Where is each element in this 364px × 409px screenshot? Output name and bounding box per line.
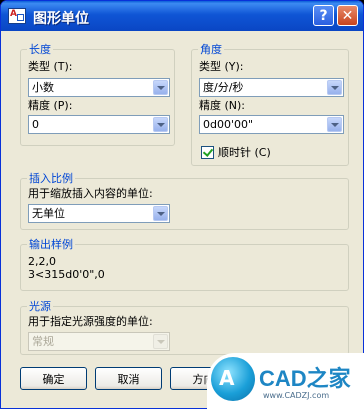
cad-logo-icon: A	[211, 357, 255, 401]
lighting-group: 光源 用于指定光源强度的单位: 常规	[20, 300, 349, 355]
length-precision-label: 精度 (P):	[28, 99, 73, 112]
angle-precision-label: 精度 (N):	[199, 99, 246, 112]
window-title: 图形单位	[33, 11, 89, 27]
insert-scale-label: 用于缩放插入内容的单位:	[28, 187, 153, 200]
watermark-text: CAD之家	[259, 366, 351, 391]
chevron-down-icon[interactable]	[153, 117, 168, 132]
chevron-down-icon[interactable]	[327, 117, 342, 132]
angle-type-label: 类型 (Y):	[199, 60, 244, 73]
insert-scale-legend: 插入比例	[27, 172, 75, 185]
insert-scale-select[interactable]: 无单位	[28, 204, 170, 223]
close-button[interactable]: ✕	[337, 5, 358, 26]
lighting-select: 常规	[28, 332, 170, 351]
lighting-value: 常规	[32, 335, 54, 348]
angle-group: 角度 类型 (Y): 度/分/秒 精度 (N): 0d00'00" 顺时针 (C…	[191, 43, 349, 166]
insert-scale-group: 插入比例 用于缩放插入内容的单位: 无单位	[20, 172, 349, 230]
angle-precision-value: 0d00'00"	[203, 118, 254, 131]
angle-type-select[interactable]: 度/分/秒	[199, 78, 344, 97]
chevron-down-icon[interactable]	[327, 80, 342, 95]
angle-legend: 角度	[198, 43, 224, 56]
units-dialog: A 图形单位 ? ✕ 长度 类型 (T): 小数 精度 (P): 0 角度 类型…	[0, 0, 364, 409]
length-type-label: 类型 (T):	[28, 60, 73, 73]
chevron-down-icon[interactable]	[153, 206, 168, 221]
length-precision-select[interactable]: 0	[28, 115, 170, 134]
lighting-label: 用于指定光源强度的单位:	[28, 315, 153, 328]
length-type-value: 小数	[32, 81, 54, 94]
chevron-down-icon[interactable]	[153, 80, 168, 95]
chevron-down-icon	[153, 334, 168, 349]
title-bar[interactable]: A 图形单位 ? ✕	[1, 1, 363, 31]
sample-line-2: 3<315d0'0",0	[28, 268, 105, 281]
watermark-logo-letter: A	[219, 366, 235, 390]
clockwise-checkbox[interactable]	[201, 146, 214, 159]
sample-output-group: 输出样例 2,2,0 3<315d0'0",0	[20, 238, 349, 291]
sample-output-legend: 输出样例	[27, 238, 75, 251]
help-button[interactable]: ?	[313, 5, 334, 26]
length-precision-value: 0	[32, 118, 39, 131]
cancel-button[interactable]: 取消	[95, 367, 162, 390]
length-legend: 长度	[27, 43, 53, 56]
lighting-legend: 光源	[27, 300, 53, 313]
sample-line-1: 2,2,0	[28, 255, 56, 268]
watermark-url: www.CADZJ.com	[263, 391, 330, 400]
clockwise-label[interactable]: 顺时针 (C)	[218, 146, 271, 159]
app-icon: A	[8, 8, 26, 24]
angle-type-value: 度/分/秒	[203, 81, 244, 94]
length-group: 长度 类型 (T): 小数 精度 (P): 0	[20, 43, 175, 146]
ok-button[interactable]: 确定	[20, 367, 87, 390]
insert-scale-value: 无单位	[32, 207, 65, 220]
angle-precision-select[interactable]: 0d00'00"	[199, 115, 344, 134]
watermark: A CAD之家 www.CADZJ.com	[207, 353, 364, 409]
length-type-select[interactable]: 小数	[28, 78, 170, 97]
